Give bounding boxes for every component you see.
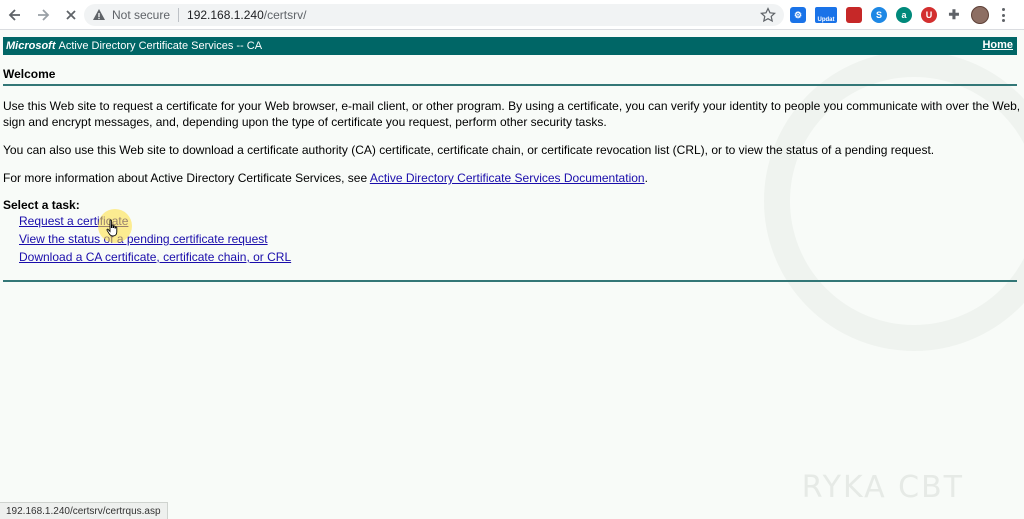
url-host: 192.168.1.240 (187, 8, 264, 22)
arrow-left-icon (8, 8, 20, 21)
documentation-link[interactable]: Active Directory Certificate Services Do… (370, 171, 645, 185)
view-pending-status-link[interactable]: View the status of a pending certificate… (19, 232, 268, 246)
security-label: Not secure (112, 8, 171, 22)
hand-cursor-icon (106, 219, 118, 237)
address-bar[interactable]: Not secure 192.168.1.240/certsrv/ (84, 4, 784, 26)
url-path: /certsrv/ (263, 8, 307, 22)
close-icon (66, 9, 76, 20)
page-content: Microsoft Active Directory Certificate S… (0, 31, 1024, 519)
header-title: Active Directory Certificate Services --… (58, 40, 263, 52)
divider-top (3, 84, 1017, 86)
status-bar-url: 192.168.1.240/certsrv/certrqus.asp (0, 502, 168, 519)
omnibox-divider (178, 8, 180, 22)
bookmark-star-icon[interactable] (760, 7, 776, 23)
extension-update-badge[interactable]: Updat (815, 7, 837, 23)
home-link[interactable]: Home (982, 39, 1013, 51)
select-task-label: Select a task: (3, 198, 80, 212)
warning-icon (93, 9, 105, 20)
arrow-right-icon (38, 8, 50, 21)
forward-button[interactable] (30, 2, 56, 28)
extension-gear-icon[interactable]: ⚙ (790, 7, 806, 23)
intro-paragraph: Use this Web site to request a certifica… (3, 99, 1021, 129)
back-button[interactable] (2, 2, 28, 28)
download-paragraph: You can also use this Web site to downlo… (3, 143, 935, 157)
extension-red-icon[interactable] (846, 7, 862, 23)
adcs-header-bar: Microsoft Active Directory Certificate S… (3, 37, 1017, 55)
info-suffix: . (644, 171, 648, 185)
puzzle-icon[interactable]: ✚ (946, 7, 962, 23)
browser-toolbar: Not secure 192.168.1.240/certsrv/ ⚙ Upda… (0, 0, 1024, 30)
extension-magnet-icon[interactable]: U (921, 7, 937, 23)
brand-watermark: RYKA CBT (801, 470, 964, 505)
info-paragraph: For more information about Active Direct… (3, 170, 1023, 186)
divider-bottom (3, 280, 1017, 282)
extensions-area: ⚙ Updat S a U ✚ (790, 5, 1005, 25)
download-ca-certificate-link[interactable]: Download a CA certificate, certificate c… (19, 250, 291, 264)
update-badge-label: Updat (817, 17, 835, 23)
stop-loading-button[interactable] (58, 2, 84, 28)
menu-kebab-icon[interactable] (1001, 8, 1005, 22)
extension-teal-icon[interactable]: a (896, 7, 912, 23)
microsoft-brand: Microsoft (6, 40, 56, 52)
avatar[interactable] (971, 6, 989, 24)
info-prefix: For more information about Active Direct… (3, 171, 370, 185)
watermark-circle (764, 51, 1024, 351)
page-title: Welcome (3, 67, 56, 81)
skype-icon[interactable]: S (871, 7, 887, 23)
